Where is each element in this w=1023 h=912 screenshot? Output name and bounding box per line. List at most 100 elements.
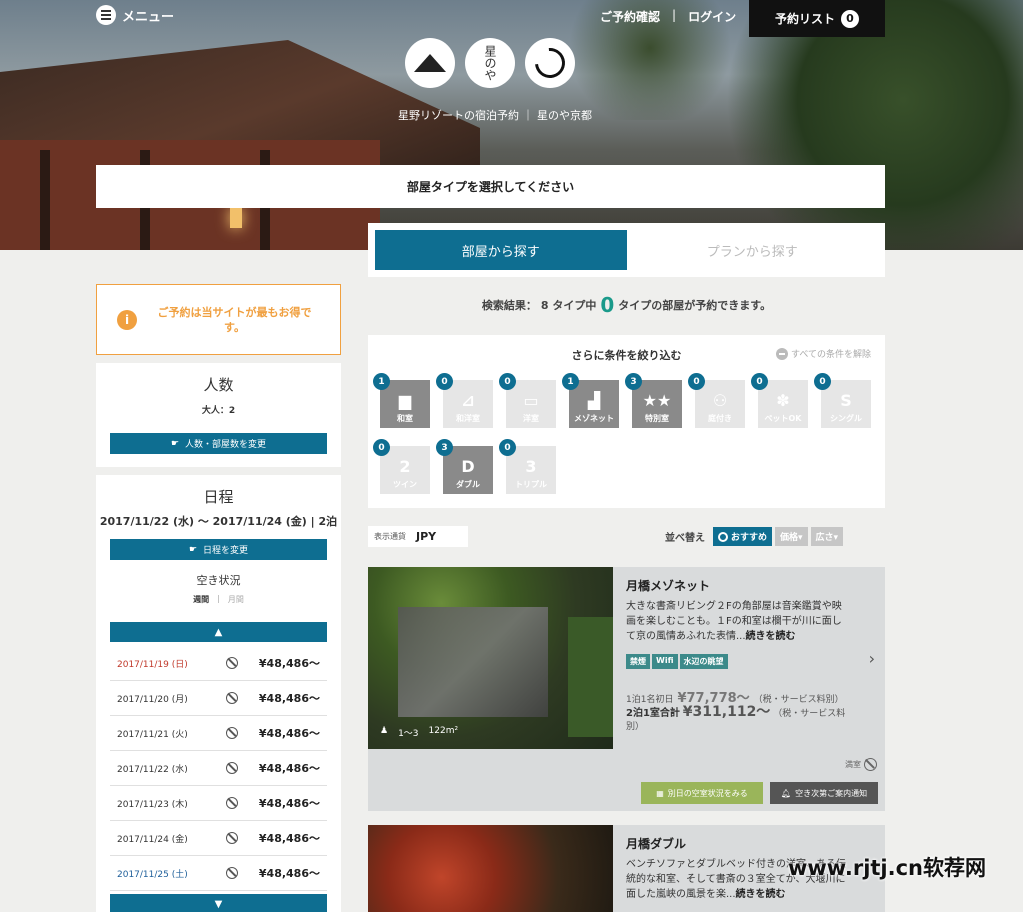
calendar-up-button[interactable]: ▲ — [110, 622, 327, 642]
calendar-date: 2017/11/23 (木) — [117, 799, 188, 810]
calendar-day-row[interactable]: 2017/11/20 (月) ¥48,486〜 — [110, 681, 327, 716]
filter-label: 特別室 — [645, 414, 669, 423]
filter-double-bed[interactable]: 3 D ダブル — [436, 439, 493, 494]
filter-label: シングル — [830, 414, 862, 423]
status-label: 満室 — [845, 760, 861, 769]
calendar-day-row[interactable]: 2017/11/25 (土) ¥48,486〜 — [110, 856, 327, 891]
filter-single-bed[interactable]: 0 S シングル — [814, 373, 871, 428]
calendar-price: ¥48,486〜 — [258, 692, 320, 705]
room-area: 122m² — [428, 726, 459, 736]
read-more-link[interactable]: 続きを読む — [736, 889, 786, 900]
tab-by-room[interactable]: 部屋から探す — [375, 230, 627, 270]
paw-icon: ✽ — [776, 391, 790, 410]
filter-triple-bed[interactable]: 0 3 トリプル — [499, 439, 556, 494]
change-guests-button[interactable]: ☛ 人数・部屋数を変更 — [110, 433, 327, 454]
room-card[interactable]: ♟ 1～3 122m² 月橋メゾネット 大きな書斎リビング２Fの角部屋は音楽鑑賞… — [368, 567, 885, 749]
filter-footprints[interactable]: 0 ⚇ 庭付き — [688, 373, 745, 428]
login-link[interactable]: ログイン — [688, 8, 736, 25]
reserve-list-button[interactable]: 予約リスト 0 — [749, 0, 885, 37]
guests-panel: 人数 大人：2 ☛ 人数・部屋数を変更 — [96, 363, 341, 467]
calendar-price: ¥48,486〜 — [258, 762, 320, 775]
filter-count-badge: 1 — [373, 373, 390, 390]
menu-button[interactable]: メニュー — [96, 5, 174, 25]
filter-paw[interactable]: 0 ✽ ペットOK — [751, 373, 808, 428]
calendar-price: ¥48,486〜 — [258, 797, 320, 810]
calendar-day-row[interactable]: 2017/11/23 (木) ¥48,486〜 — [110, 786, 327, 821]
search-result: 検索結果： 8 タイプ中 0 タイプの部屋が予約できます。 — [368, 293, 885, 317]
twin-bed-icon: 2 — [399, 457, 411, 476]
calendar-icon: ▦ — [656, 788, 664, 798]
filter-count-badge: 0 — [499, 439, 516, 456]
filter-mixed-room[interactable]: 0 ⊿ 和洋室 — [436, 373, 493, 428]
notify-button[interactable]: 🔔︎ 空き次第ご案内通知 — [770, 782, 878, 804]
availability-label: 空き状況 — [196, 574, 241, 587]
filter-count-badge: 0 — [751, 373, 768, 390]
minus-circle-icon — [775, 347, 788, 360]
unavailable-icon — [207, 867, 257, 879]
calendar-date: 2017/11/20 (月) — [117, 694, 188, 705]
filter-count-badge: 3 — [625, 373, 642, 390]
calendar-date: 2017/11/21 (火) — [117, 729, 188, 740]
view-week-tab[interactable]: 週間 — [193, 594, 209, 605]
logo-text: 星のや — [483, 45, 497, 81]
calendar-date: 2017/11/24 (金) — [117, 834, 188, 845]
watermark: www.rjtj.cn软荐网 — [788, 856, 987, 880]
sort-price[interactable]: 価格▾ — [775, 527, 808, 546]
room-description: 大きな書斎リビング２Fの角部屋は音楽鑑賞や映画を楽しむことも。１Fの和室は欄干が… — [626, 599, 851, 644]
top-links: ご予約確認 | ログイン — [600, 8, 736, 25]
calendar-day-row[interactable]: 2017/11/21 (火) ¥48,486〜 — [110, 716, 327, 751]
currency-label: 表示通貨 — [374, 532, 406, 541]
unavailable-icon — [207, 832, 257, 844]
sort-recommended[interactable]: おすすめ — [713, 527, 773, 546]
calendar-price: ¥48,486〜 — [258, 727, 320, 740]
calendar-day-row[interactable]: 2017/11/24 (金) ¥48,486〜 — [110, 821, 327, 856]
guests-title: 人数 — [203, 376, 234, 394]
mountain-logo-icon — [405, 38, 455, 88]
filter-label: 和洋室 — [456, 414, 480, 423]
unavailable-icon — [207, 797, 257, 809]
currency-selector[interactable]: 表示通貨 JPY — [368, 526, 468, 547]
triple-bed-icon: 3 — [525, 457, 537, 476]
menu-label: メニュー — [122, 9, 175, 25]
price2-label: 2泊1室合計 — [626, 708, 680, 719]
hand-pointer-icon: ☛ — [170, 438, 180, 449]
filter-label: ツイン — [393, 480, 417, 489]
filter-stars[interactable]: 3 ★★ 特別室 — [625, 373, 682, 428]
unavailable-icon — [207, 657, 257, 669]
filter-japanese-room[interactable]: 1 ▆ 和室 — [373, 373, 430, 428]
calendar-down-button[interactable]: ▼ — [110, 894, 327, 912]
filter-stairs[interactable]: 1 ▟ メゾネット — [562, 373, 619, 428]
filter-twin-bed[interactable]: 0 2 ツイン — [373, 439, 430, 494]
search-tabs: 部屋から探す プランから探す — [368, 223, 885, 277]
filter-label: メゾネット — [574, 414, 614, 423]
filter-western-room[interactable]: 0 ▭ 洋室 — [499, 373, 556, 428]
filter-label: 洋室 — [523, 414, 539, 423]
tag-wifi: Wifi — [652, 654, 678, 669]
footprints-icon: ⚇ — [712, 391, 728, 410]
chevron-right-icon[interactable]: › — [869, 649, 875, 668]
hoshinoya-logo: 星のや — [465, 38, 515, 88]
guests-detail: 大人：2 — [201, 406, 236, 416]
sort-size[interactable]: 広さ▾ — [810, 527, 844, 546]
tag-waterside-view: 水辺の眺望 — [679, 654, 728, 669]
site-subtitle: 星野リゾートの宿泊予約 ｜ 星のや京都 — [398, 109, 592, 122]
calendar-day-row[interactable]: 2017/11/22 (水) ¥48,486〜 — [110, 751, 327, 786]
change-dates-button[interactable]: ☛ 日程を変更 — [110, 539, 327, 560]
clear-filters-button[interactable]: すべての条件を解除 — [775, 347, 871, 360]
reservation-confirm-link[interactable]: ご予約確認 — [600, 8, 660, 25]
filter-count-badge: 0 — [688, 373, 705, 390]
sort-recommended-label: おすすめ — [731, 533, 768, 543]
other-dates-button[interactable]: ▦ 別日の空室状況をみる — [641, 782, 763, 804]
view-separator: | — [217, 594, 220, 603]
price2-value: ¥311,112〜 — [682, 704, 771, 720]
room-title[interactable]: 月橋メゾネット — [626, 577, 710, 594]
room-title[interactable]: 月橋ダブル — [626, 835, 686, 852]
double-bed-icon: D — [461, 457, 475, 476]
filter-count-badge: 0 — [436, 373, 453, 390]
tab-by-plan[interactable]: プランから探す — [627, 230, 879, 270]
calendar-day-row[interactable]: 2017/11/19 (日) ¥48,486〜 — [110, 646, 327, 681]
filter-count-badge: 0 — [814, 373, 831, 390]
read-more-link[interactable]: 続きを読む — [746, 631, 796, 642]
view-month-tab[interactable]: 月間 — [228, 594, 244, 605]
room-desc-text: 大きな書斎リビング２Fの角部屋は音楽鑑賞や映画を楽しむことも。１Fの和室は欄干が… — [626, 601, 842, 642]
